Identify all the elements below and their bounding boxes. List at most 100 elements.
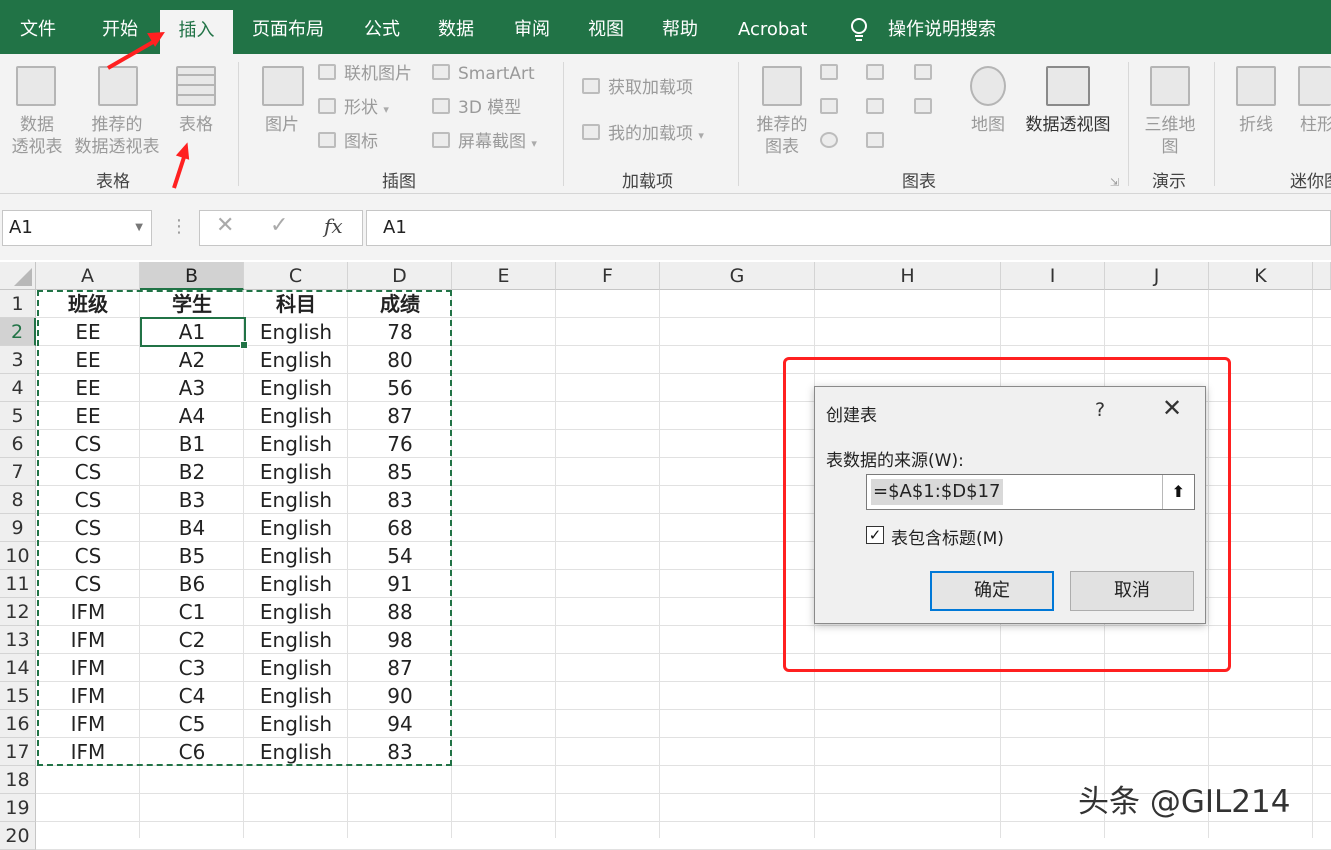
column-header-b[interactable]: B	[140, 262, 244, 290]
ok-button[interactable]: 确定	[930, 571, 1054, 611]
active-cell[interactable]	[140, 317, 248, 349]
row-header-7[interactable]: 7	[0, 458, 36, 486]
tab-formulas[interactable]: 公式	[364, 0, 400, 54]
formula-input[interactable]: A1	[366, 210, 1331, 246]
tell-me-search[interactable]: 操作说明搜索	[888, 0, 996, 54]
row-header-3[interactable]: 3	[0, 346, 36, 374]
tab-page-layout[interactable]: 页面布局	[252, 0, 324, 54]
screenshot-icon	[432, 132, 450, 148]
enter-icon[interactable]: ✓	[270, 213, 288, 238]
screenshot-button[interactable]: 屏幕截图 ▾	[458, 131, 537, 155]
cancel-icon[interactable]: ✕	[216, 213, 234, 238]
row-header-14[interactable]: 14	[0, 654, 36, 682]
row-header-5[interactable]: 5	[0, 402, 36, 430]
waterfall-chart-icon[interactable]	[914, 64, 932, 80]
row-header-13[interactable]: 13	[0, 626, 36, 654]
addins-group-label: 加载项	[622, 172, 673, 192]
sparkline-column-icon	[1298, 66, 1331, 106]
column-header-e[interactable]: E	[452, 262, 556, 290]
online-pictures-icon	[318, 64, 336, 80]
smartart-icon	[432, 64, 450, 80]
dropdown-caret-icon: ▾	[383, 103, 389, 116]
column-header-j[interactable]: J	[1105, 262, 1209, 290]
close-icon[interactable]: ✕	[1159, 395, 1185, 421]
range-input[interactable]: =$A$1:$D$17 ⬆	[866, 474, 1195, 510]
line-chart-icon[interactable]	[820, 98, 838, 114]
dialog-title: 创建表	[826, 406, 877, 426]
recommended-charts-label: 推荐的 图表	[756, 115, 808, 157]
group-separator	[563, 62, 564, 186]
ribbon-insert: 数据 透视表 推荐的 数据透视表 表格 表格 图片 联机图片 形状 ▾ 图标 S…	[0, 54, 1331, 194]
pivot-table-label: 数据 透视表	[11, 115, 63, 157]
column-header-i[interactable]: I	[1001, 262, 1105, 290]
recommended-charts-icon	[762, 66, 802, 106]
3d-models-button[interactable]: 3D 模型	[458, 97, 521, 119]
column-header-a[interactable]: A	[36, 262, 140, 290]
online-pictures-button[interactable]: 联机图片	[344, 63, 412, 85]
combo-chart-icon[interactable]	[914, 98, 932, 114]
row-header-10[interactable]: 10	[0, 542, 36, 570]
3d-map-label: 三维地 图	[1144, 115, 1196, 157]
tables-group-label: 表格	[96, 172, 130, 192]
chevron-down-icon[interactable]: ▼	[135, 211, 143, 245]
help-icon[interactable]: ?	[1095, 399, 1105, 421]
insert-function-icon[interactable]: fx	[324, 214, 343, 238]
column-header-partial[interactable]	[1313, 262, 1331, 290]
sparkline-line-label: 折线	[1239, 115, 1273, 135]
shapes-button[interactable]: 形状 ▾	[344, 97, 389, 121]
row-header-15[interactable]: 15	[0, 682, 36, 710]
row-header-17[interactable]: 17	[0, 738, 36, 766]
row-header-20[interactable]: 20	[0, 822, 36, 850]
ribbon-tab-bar: 文件 开始 插入 页面布局 公式 数据 审阅 视图 帮助 Acrobat 操作说…	[0, 0, 1331, 54]
row-header-18[interactable]: 18	[0, 766, 36, 794]
row-header-2[interactable]: 2	[0, 318, 36, 346]
smartart-button[interactable]: SmartArt	[458, 63, 535, 85]
my-addins-button[interactable]: 我的加载项 ▾	[608, 123, 704, 147]
row-header-4[interactable]: 4	[0, 374, 36, 402]
column-header-f[interactable]: F	[556, 262, 660, 290]
column-gridline	[1312, 290, 1313, 838]
column-header-h[interactable]: H	[815, 262, 1001, 290]
icons-button[interactable]: 图标	[344, 131, 378, 153]
row-header-6[interactable]: 6	[0, 430, 36, 458]
tab-review[interactable]: 审阅	[514, 0, 550, 54]
tab-help[interactable]: 帮助	[662, 0, 698, 54]
row-header-8[interactable]: 8	[0, 486, 36, 514]
column-header-k[interactable]: K	[1209, 262, 1313, 290]
scatter-chart-icon[interactable]	[866, 132, 884, 148]
tab-acrobat[interactable]: Acrobat	[738, 0, 807, 54]
get-addins-button[interactable]: 获取加载项	[608, 77, 693, 99]
row-header-1[interactable]: 1	[0, 290, 36, 318]
has-headers-label[interactable]: 表包含标题(M)	[891, 524, 1004, 549]
collapse-dialog-icon[interactable]: ⬆	[1162, 475, 1194, 509]
pie-chart-icon[interactable]	[820, 132, 838, 148]
column-gridline	[555, 290, 556, 838]
hierarchy-chart-icon[interactable]	[866, 64, 884, 80]
row-header-16[interactable]: 16	[0, 710, 36, 738]
column-header-d[interactable]: D	[348, 262, 452, 290]
column-header-c[interactable]: C	[244, 262, 348, 290]
tab-insert[interactable]: 插入	[160, 10, 233, 54]
column-header-g[interactable]: G	[660, 262, 815, 290]
statistic-chart-icon[interactable]	[866, 98, 884, 114]
row-header-9[interactable]: 9	[0, 514, 36, 542]
icons-icon	[318, 132, 336, 148]
name-box[interactable]: A1 ▼	[2, 210, 152, 246]
row-header-19[interactable]: 19	[0, 794, 36, 822]
formula-buttons: ✕ ✓ fx	[199, 210, 363, 246]
select-all-corner[interactable]	[0, 262, 36, 290]
has-headers-checkbox[interactable]: ✓	[866, 526, 884, 544]
group-separator	[1214, 62, 1215, 186]
dialog-launcher-icon[interactable]: ⇲	[1110, 172, 1119, 194]
tab-data[interactable]: 数据	[438, 0, 474, 54]
tab-view[interactable]: 视图	[588, 0, 624, 54]
tab-file[interactable]: 文件	[20, 0, 56, 54]
formula-bar-area: A1 ▼ ⋮ ✕ ✓ fx A1	[0, 194, 1331, 260]
row-header-11[interactable]: 11	[0, 570, 36, 598]
column-chart-icon[interactable]	[820, 64, 838, 80]
cancel-button[interactable]: 取消	[1070, 571, 1194, 611]
row-gridline	[36, 821, 1331, 822]
row-header-12[interactable]: 12	[0, 598, 36, 626]
tab-home[interactable]: 开始	[102, 0, 138, 54]
picture-icon	[262, 66, 304, 106]
